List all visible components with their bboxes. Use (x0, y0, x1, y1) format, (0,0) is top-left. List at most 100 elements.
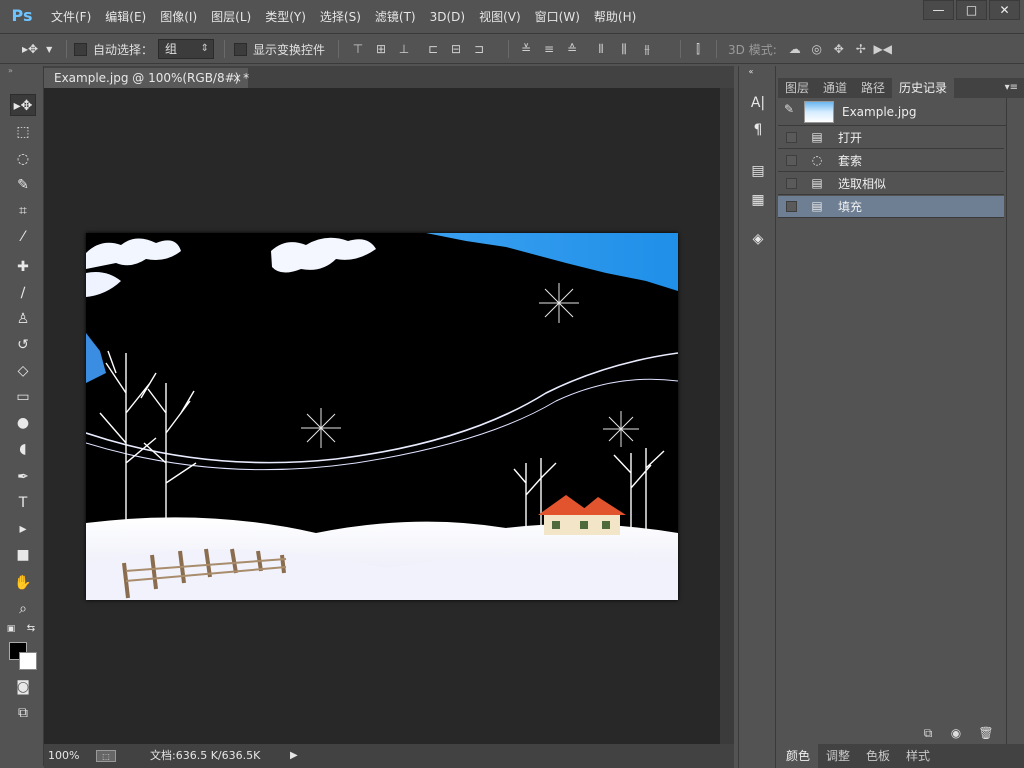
trash-icon[interactable]: 🗑 (976, 722, 996, 744)
auto-select-dropdown-wrap: 组 (158, 34, 214, 64)
close-button[interactable]: ✕ (989, 0, 1020, 20)
expand-panels-icon[interactable]: « (741, 62, 761, 82)
auto-align-icon[interactable]: ⫿ (688, 39, 708, 59)
menu-edit[interactable]: 编辑(E) (98, 0, 153, 34)
auto-select-dropdown[interactable]: 组 (158, 39, 214, 59)
brush-tool-icon[interactable]: ∕ (10, 282, 36, 304)
camera-snapshot-icon[interactable]: ◉ (946, 722, 966, 744)
history-snapshot[interactable]: ✎ Example.jpg (778, 98, 1010, 126)
align-top-icon[interactable]: ⊤ (348, 39, 368, 59)
menu-type[interactable]: 类型(Y) (258, 0, 313, 34)
paragraph-panel-icon[interactable]: ¶ (748, 120, 768, 140)
eraser-tool-icon[interactable]: ◇ (10, 360, 36, 382)
swap-colors-icon[interactable]: ⇆ (24, 622, 38, 636)
marquee-tool-icon[interactable]: ⬚ (10, 121, 36, 143)
shape-tool-icon[interactable]: ■ (10, 544, 36, 566)
dodge-tool-icon[interactable]: ◖ (10, 438, 36, 460)
document-tab[interactable]: Example.jpg @ 100%(RGB/8#) * × (44, 68, 249, 88)
distribute-vcenter-icon[interactable]: ≡ (539, 39, 559, 59)
close-tab-icon[interactable]: × (232, 68, 242, 88)
pen-tool-icon[interactable]: ✒ (10, 466, 36, 488)
rotate-3d-icon[interactable]: ☁ (785, 39, 805, 59)
quick-selection-tool-icon[interactable]: ✎ (10, 174, 36, 196)
history-brush-checkbox[interactable] (786, 155, 797, 166)
collapse-panel-icon[interactable]: » (0, 66, 43, 76)
menu-file[interactable]: 文件(F) (44, 0, 98, 34)
distribute-left-icon[interactable]: ⫴ (591, 39, 611, 59)
tab-channels[interactable]: 通道 (816, 78, 854, 98)
zoom-tool-icon[interactable]: ⌕ (10, 598, 36, 620)
notes-panel-icon[interactable]: ▦ (748, 190, 768, 210)
menu-help[interactable]: 帮助(H) (587, 0, 643, 34)
gradient-tool-icon[interactable]: ▭ (10, 386, 36, 408)
default-colors-icon[interactable]: ▣ (4, 622, 18, 636)
background-color-swatch[interactable] (19, 652, 37, 670)
history-brush-source-icon[interactable]: ✎ (784, 102, 794, 116)
drag-3d-icon[interactable]: ✥ (829, 39, 849, 59)
zoom-level[interactable]: 100% (48, 744, 79, 768)
character-panel-icon[interactable]: A| (748, 93, 768, 113)
path-selection-tool-icon[interactable]: ▸ (10, 518, 36, 540)
tab-paths[interactable]: 路径 (854, 78, 892, 98)
tab-swatches[interactable]: 色板 (858, 744, 898, 768)
info-panel-icon[interactable]: ▤ (748, 161, 768, 181)
clone-stamp-tool-icon[interactable]: ♙ (10, 308, 36, 330)
auto-select-checkbox[interactable] (74, 42, 87, 56)
tab-layers[interactable]: 图层 (778, 78, 816, 98)
align-vcenter-icon[interactable]: ⊞ (371, 39, 391, 59)
tab-history[interactable]: 历史记录 (892, 78, 955, 98)
tool-preset-picker[interactable]: ▸✥ ▼ (22, 34, 52, 64)
document-canvas[interactable] (86, 233, 678, 600)
slide-3d-icon[interactable]: ✢ (851, 39, 871, 59)
align-right-icon[interactable]: ⊐ (469, 39, 489, 59)
vertical-scrollbar[interactable] (720, 88, 734, 744)
blur-tool-icon[interactable]: ● (10, 412, 36, 434)
scale-3d-icon[interactable]: ▶◀ (873, 39, 893, 59)
history-item[interactable]: ◌ 套索 (778, 150, 1004, 172)
healing-brush-tool-icon[interactable]: ✚ (10, 256, 36, 278)
menu-layer[interactable]: 图层(L) (204, 0, 258, 34)
menu-view[interactable]: 视图(V) (472, 0, 528, 34)
move-tool-icon[interactable]: ▸✥ (10, 94, 36, 116)
roll-3d-icon[interactable]: ◎ (807, 39, 827, 59)
3d-panel-icon[interactable]: ◈ (748, 229, 768, 249)
distribute-top-icon[interactable]: ≚ (516, 39, 536, 59)
new-document-from-state-icon[interactable]: ⧉ (918, 722, 938, 744)
distribute-hcenter-icon[interactable]: ⫼ (614, 39, 634, 59)
screen-mode-icon[interactable]: ⧉ (10, 702, 36, 724)
align-hcenter-icon[interactable]: ⊟ (446, 39, 466, 59)
align-left-icon[interactable]: ⊏ (423, 39, 443, 59)
history-brush-tool-icon[interactable]: ↺ (10, 334, 36, 356)
eyedropper-tool-icon[interactable]: ⁄ (10, 226, 36, 248)
distribute-bottom-icon[interactable]: ≙ (562, 39, 582, 59)
menu-image[interactable]: 图像(I) (153, 0, 204, 34)
menu-window[interactable]: 窗口(W) (528, 0, 587, 34)
quick-mask-icon[interactable]: ◙ (10, 676, 36, 698)
menu-filter[interactable]: 滤镜(T) (368, 0, 423, 34)
divider (338, 40, 339, 58)
history-scrollbar[interactable] (1006, 98, 1022, 768)
tab-adjustments[interactable]: 调整 (818, 744, 858, 768)
status-icon[interactable]: ⬚ (96, 750, 116, 762)
align-bottom-icon[interactable]: ⊥ (394, 39, 414, 59)
hand-tool-icon[interactable]: ✋ (10, 572, 36, 594)
history-brush-checkbox[interactable] (786, 201, 797, 212)
minimize-button[interactable]: — (923, 0, 954, 20)
tab-styles[interactable]: 样式 (898, 744, 938, 768)
restore-button[interactable]: □ (956, 0, 987, 20)
lasso-tool-icon[interactable]: ◌ (10, 148, 36, 170)
history-item[interactable]: ▤ 选取相似 (778, 173, 1004, 195)
history-brush-checkbox[interactable] (786, 178, 797, 189)
menu-3d[interactable]: 3D(D) (423, 0, 472, 34)
tab-color[interactable]: 颜色 (778, 744, 819, 768)
status-menu-arrow-icon[interactable]: ▶ (290, 744, 298, 768)
crop-tool-icon[interactable]: ⌗ (10, 200, 36, 222)
type-tool-icon[interactable]: T (10, 492, 36, 514)
menu-select[interactable]: 选择(S) (313, 0, 368, 34)
history-item-selected[interactable]: ▤ 填充 (778, 196, 1004, 218)
history-item[interactable]: ▤ 打开 (778, 127, 1004, 149)
distribute-right-icon[interactable]: ⫵ (637, 39, 657, 59)
panel-menu-icon[interactable]: ▾≡ (1005, 78, 1018, 98)
show-transform-checkbox[interactable] (234, 42, 247, 56)
history-brush-checkbox[interactable] (786, 132, 797, 143)
